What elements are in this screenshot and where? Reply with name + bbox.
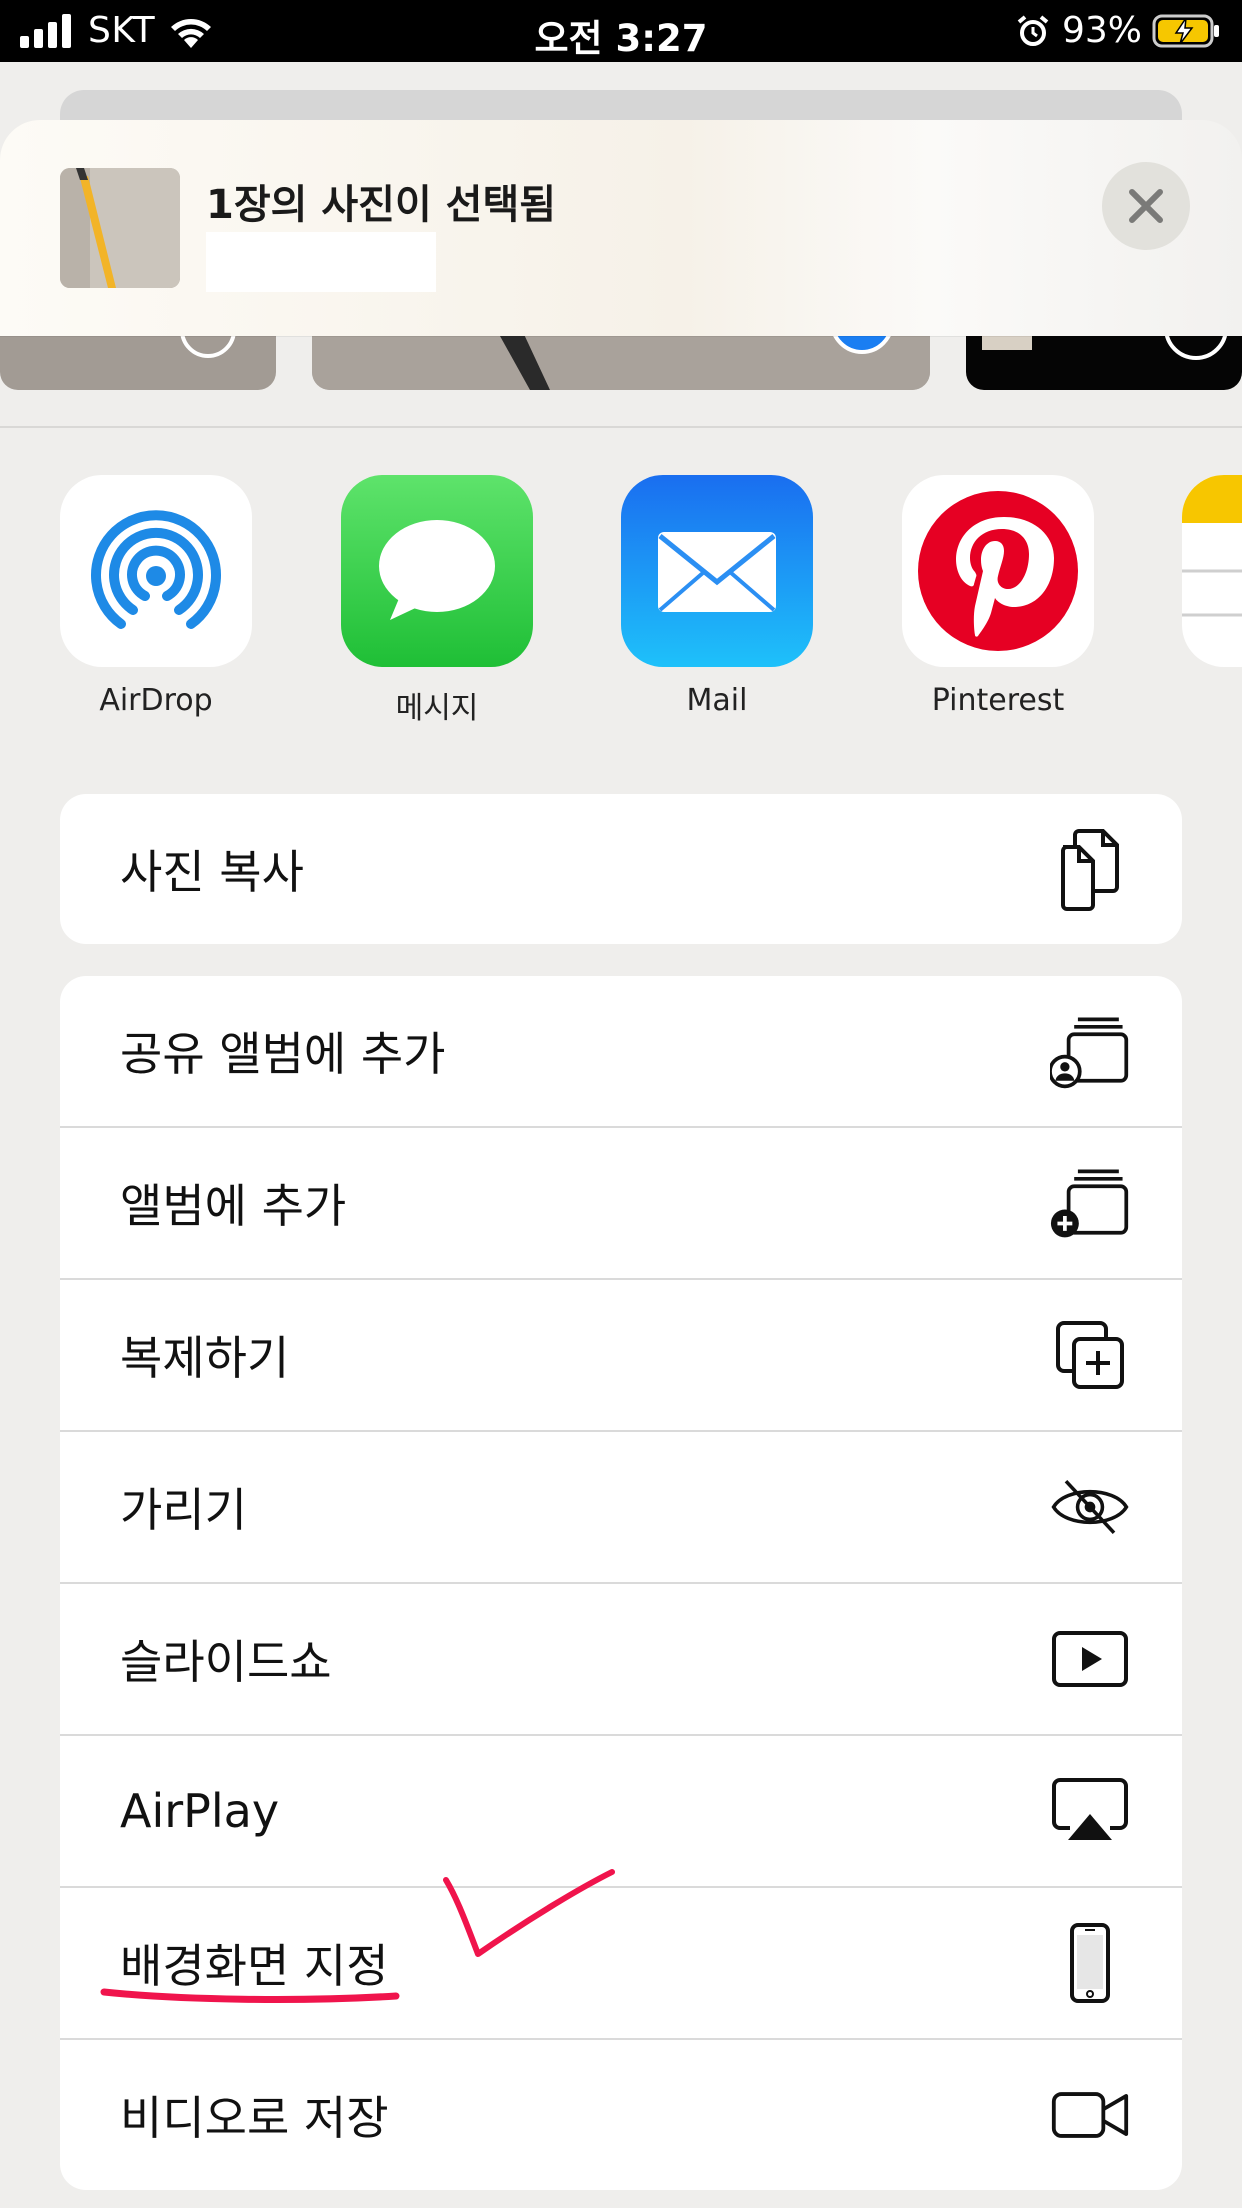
close-button[interactable] bbox=[1102, 162, 1190, 250]
action-label: 슬라이드쇼 bbox=[120, 1635, 332, 1689]
close-icon bbox=[1129, 189, 1163, 223]
action-label: 사진 복사 bbox=[120, 845, 304, 899]
copy-icon bbox=[1050, 829, 1130, 911]
mail-icon bbox=[621, 475, 813, 667]
app-label: AirDrop bbox=[99, 683, 213, 718]
pinterest-icon bbox=[902, 475, 1094, 667]
video-camera-icon bbox=[1050, 2077, 1130, 2153]
action-label: 비디오로 저장 bbox=[120, 2091, 389, 2145]
action-label: 가리기 bbox=[120, 1483, 247, 1537]
action-group-photo: 공유 앨범에 추가 앨범에 추가 복제하기 가리기 슬라이드쇼 AirPlay … bbox=[60, 976, 1182, 2190]
app-mail[interactable]: Mail bbox=[621, 475, 813, 718]
app-airdrop[interactable]: AirDrop bbox=[60, 475, 252, 718]
divider bbox=[0, 426, 1242, 428]
slideshow-icon bbox=[1050, 1621, 1130, 1697]
action-label: AirPlay bbox=[120, 1784, 280, 1838]
shared-album-icon bbox=[1050, 1013, 1130, 1089]
duplicate-icon bbox=[1050, 1317, 1130, 1393]
action-slideshow[interactable]: 슬라이드쇼 bbox=[60, 1584, 1182, 1736]
selection-subtitle-redacted bbox=[206, 232, 436, 292]
action-add-shared-album[interactable]: 공유 앨범에 추가 bbox=[60, 976, 1182, 1128]
action-hide[interactable]: 가리기 bbox=[60, 1432, 1182, 1584]
hide-icon bbox=[1050, 1469, 1130, 1545]
action-group-copy: 사진 복사 bbox=[60, 794, 1182, 944]
action-label: 앨범에 추가 bbox=[120, 1179, 347, 1233]
selected-photo-thumbnail bbox=[60, 168, 180, 288]
action-add-album[interactable]: 앨범에 추가 bbox=[60, 1128, 1182, 1280]
messages-icon bbox=[341, 475, 533, 667]
action-copy-photo[interactable]: 사진 복사 bbox=[60, 794, 1182, 944]
notes-icon bbox=[1182, 475, 1242, 667]
status-right: 93% bbox=[1016, 10, 1222, 51]
app-messages[interactable]: 메시지 bbox=[341, 475, 533, 727]
add-album-icon bbox=[1050, 1165, 1130, 1241]
action-label: 복제하기 bbox=[120, 1331, 290, 1385]
app-notes-partial[interactable] bbox=[1182, 475, 1242, 667]
alarm-icon bbox=[1017, 14, 1049, 46]
battery-percentage: 93% bbox=[1061, 10, 1142, 51]
app-label: Mail bbox=[686, 683, 748, 718]
iphone-icon bbox=[1050, 1923, 1130, 2003]
action-airplay[interactable]: AirPlay bbox=[60, 1736, 1182, 1888]
action-set-wallpaper[interactable]: 배경화면 지정 bbox=[60, 1888, 1182, 2040]
selection-title: 1장의 사진이 선택됨 bbox=[206, 182, 557, 228]
app-label: 메시지 bbox=[395, 691, 479, 726]
status-bar: SKT 오전 3:27 93% bbox=[0, 0, 1242, 62]
app-pinterest[interactable]: Pinterest bbox=[902, 475, 1094, 718]
action-label: 배경화면 지정 bbox=[120, 1939, 389, 1993]
action-label: 공유 앨범에 추가 bbox=[120, 1027, 446, 1081]
action-duplicate[interactable]: 복제하기 bbox=[60, 1280, 1182, 1432]
action-save-as-video[interactable]: 비디오로 저장 bbox=[60, 2040, 1182, 2190]
airplay-icon bbox=[1050, 1773, 1130, 1849]
battery-charging-icon bbox=[1152, 14, 1219, 47]
app-share-row: AirDrop 메시지 Mail Pinterest bbox=[0, 475, 1242, 735]
share-sheet-header: 1장의 사진이 선택됨 bbox=[0, 120, 1242, 336]
airdrop-icon bbox=[60, 475, 252, 667]
app-label: Pinterest bbox=[931, 683, 1065, 718]
